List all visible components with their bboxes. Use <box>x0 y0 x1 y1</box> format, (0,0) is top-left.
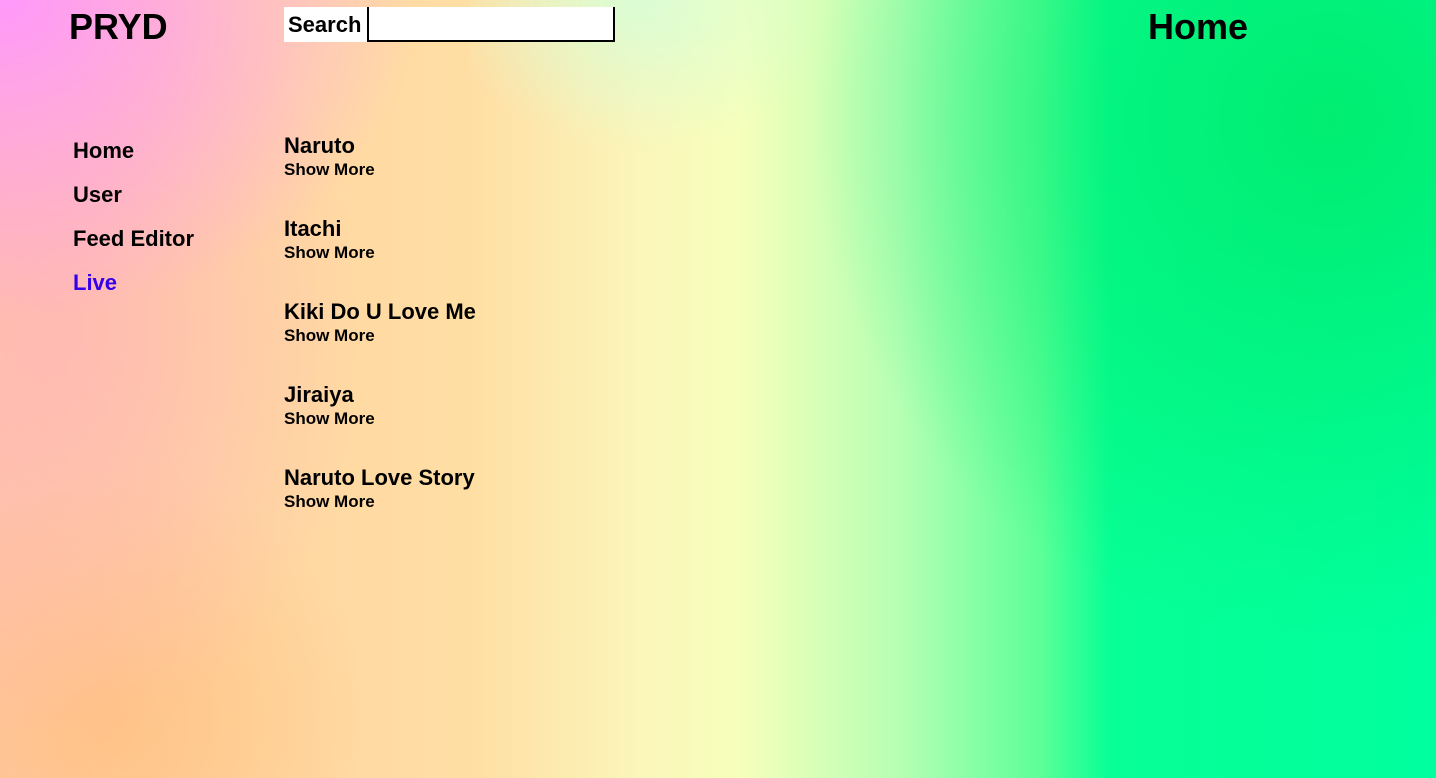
show-more-button[interactable]: Show More <box>284 160 375 180</box>
search-input[interactable] <box>369 7 616 42</box>
show-more-button[interactable]: Show More <box>284 409 375 429</box>
feed-item-title: Naruto <box>284 133 355 158</box>
feed-item: Kiki Do U Love Me Show More <box>284 298 476 381</box>
show-more-button[interactable]: Show More <box>284 243 375 263</box>
site-logo[interactable]: PRYD <box>69 6 168 48</box>
show-more-button[interactable]: Show More <box>284 326 375 346</box>
feed-list: Naruto Show More Itachi Show More Kiki D… <box>284 132 476 547</box>
sidebar-nav: Home User Feed Editor Live <box>73 136 194 312</box>
feed-item-title: Itachi <box>284 216 342 241</box>
search-label: Search <box>284 7 370 42</box>
search-bar: Search <box>284 7 616 42</box>
feed-item-title: Jiraiya <box>284 382 354 407</box>
feed-item: Naruto Show More <box>284 132 476 215</box>
sidebar-item-user[interactable]: User <box>73 180 194 210</box>
feed-item: Jiraiya Show More <box>284 381 476 464</box>
sidebar-item-live[interactable]: Live <box>73 268 194 298</box>
sidebar-item-home[interactable]: Home <box>73 136 194 166</box>
feed-item: Naruto Love Story Show More <box>284 464 476 547</box>
sidebar-item-feed-editor[interactable]: Feed Editor <box>73 224 194 254</box>
feed-item-title: Kiki Do U Love Me <box>284 299 476 324</box>
feed-item: Itachi Show More <box>284 215 476 298</box>
feed-item-title: Naruto Love Story <box>284 465 475 490</box>
gradient-background <box>0 0 1436 778</box>
show-more-button[interactable]: Show More <box>284 492 375 512</box>
page-title: Home <box>1148 6 1249 47</box>
